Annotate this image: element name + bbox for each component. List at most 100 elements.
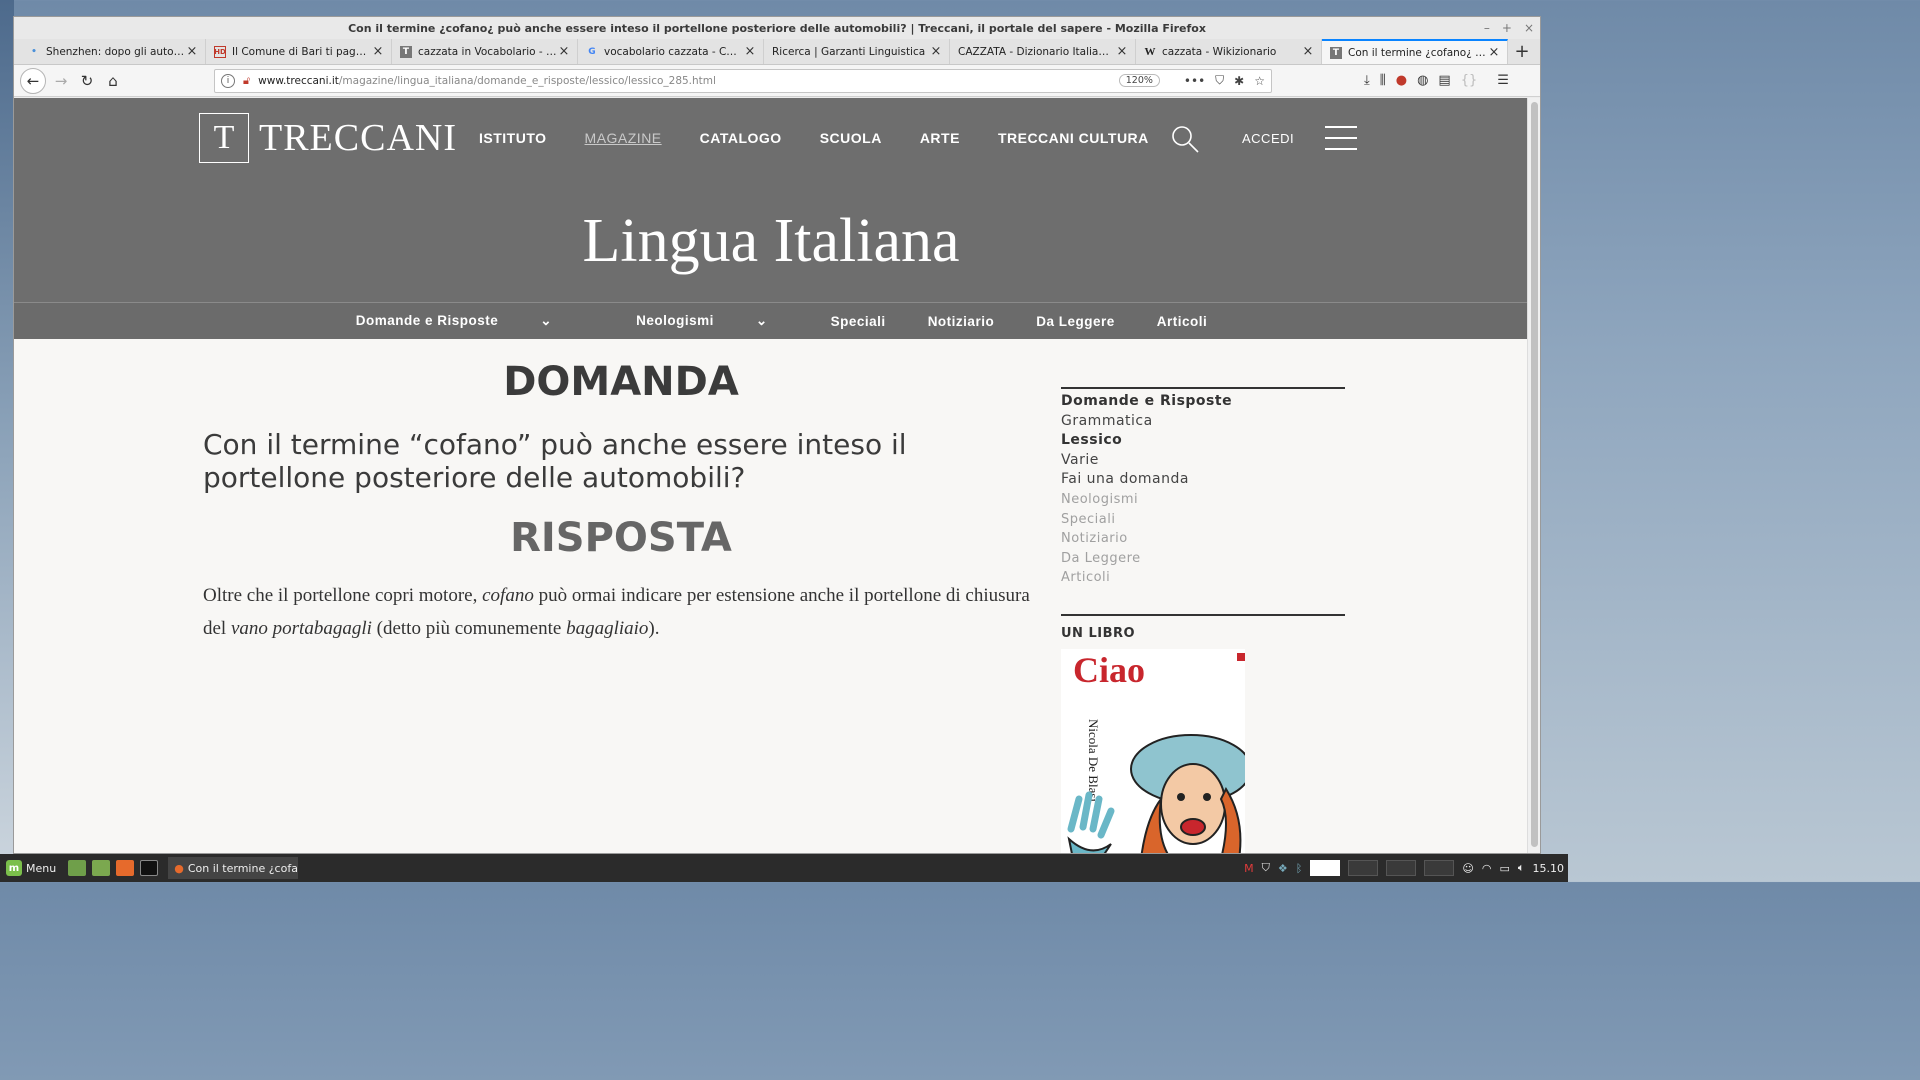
maximize-icon[interactable]: + (1502, 21, 1512, 35)
home-button[interactable]: ⌂ (100, 68, 126, 94)
subnav-neologismi[interactable]: Neologismi ⌄ (615, 313, 789, 329)
bookmark-star-icon[interactable]: ☆ (1254, 74, 1265, 88)
subnav-speciali[interactable]: Speciali (831, 314, 886, 329)
search-icon[interactable] (1170, 124, 1200, 154)
menu-icon[interactable]: ☰ (1497, 73, 1509, 88)
url-text[interactable]: www.treccani.it/magazine/lingua_italiana… (258, 75, 1119, 87)
bluetooth-icon[interactable]: ᛒ (1296, 862, 1303, 875)
page-actions-icon[interactable]: ••• (1184, 74, 1205, 88)
reload-button[interactable]: ↻ (74, 68, 100, 94)
console-launcher-icon[interactable] (140, 860, 159, 876)
close-tab-icon[interactable]: × (557, 44, 571, 59)
pocket-icon[interactable]: ⛉ (1215, 73, 1224, 88)
close-window-icon[interactable]: × (1524, 21, 1534, 35)
nav-magazine[interactable]: MAGAZINE (585, 130, 662, 146)
sidebar-item-speciali[interactable]: Speciali (1061, 510, 1345, 530)
chevron-down-icon: ⌄ (755, 313, 768, 328)
sidebar-item-domande-risposte[interactable]: Domande e Risposte (1061, 392, 1345, 412)
firefox-launcher-icon[interactable] (116, 860, 135, 876)
workspace-2[interactable] (1348, 860, 1379, 876)
tab-dizionario[interactable]: CAZZATA - Dizionario Italiano onl × (950, 39, 1136, 64)
tab-cazzata-vocabolario[interactable]: T cazzata in Vocabolario - Trec × (392, 39, 578, 64)
insecure-lock-icon[interactable]: 🔓︎ (243, 74, 250, 88)
sidebar-item-da-leggere[interactable]: Da Leggere (1061, 549, 1345, 569)
dot-icon: • (31, 46, 37, 57)
workspace-1[interactable] (1310, 860, 1341, 876)
extension-icon[interactable]: ◍ (1417, 73, 1428, 88)
tab-google-search[interactable]: G vocabolario cazzata - Cerca c × (578, 39, 764, 64)
answer-text: Oltre che il portellone copri motore, co… (203, 585, 1030, 639)
terminal-launcher-icon[interactable] (68, 860, 87, 876)
subnav-articoli[interactable]: Articoli (1157, 314, 1208, 329)
sidebar-icon[interactable]: ▤ (1438, 73, 1450, 88)
files-launcher-icon[interactable] (92, 860, 111, 876)
minimize-icon[interactable]: – (1484, 21, 1490, 35)
treccani-wordmark[interactable]: TRECCANI (259, 116, 457, 160)
workspace-3[interactable] (1386, 860, 1417, 876)
login-link[interactable]: ACCEDI (1242, 131, 1294, 146)
bug-icon[interactable]: ✱ (1234, 74, 1244, 88)
battery-icon[interactable]: ▭ (1499, 862, 1509, 875)
scrollbar-thumb[interactable] (1531, 102, 1538, 847)
shield-icon[interactable]: ⛉ (1262, 861, 1270, 875)
clock[interactable]: 15.10 (1533, 862, 1565, 875)
start-menu-button[interactable]: m Menu (0, 860, 62, 876)
info-icon[interactable]: i (221, 73, 235, 88)
download-icon[interactable]: ⤓ (1364, 73, 1370, 88)
toolbar-icons: ⤓ ⫼ ● ◍ ▤ {} ☰ (1364, 73, 1509, 88)
workspace-4[interactable] (1424, 860, 1455, 876)
close-tab-icon[interactable]: × (1115, 44, 1129, 59)
dropbox-icon[interactable]: ❖ (1278, 862, 1288, 875)
sidebar-item-neologismi[interactable]: Neologismi (1061, 490, 1345, 510)
close-tab-icon[interactable]: × (929, 44, 943, 59)
nav-catalogo[interactable]: CATALOGO (700, 130, 782, 146)
nav-treccani-cultura[interactable]: TRECCANI CULTURA (998, 130, 1149, 146)
wifi-icon[interactable]: ◠ (1482, 862, 1492, 875)
sidebar-item-varie[interactable]: Varie (1061, 451, 1345, 471)
firefox-window: Con il termine ¿cofano¿ può anche essere… (13, 16, 1541, 854)
back-button[interactable]: ← (20, 67, 46, 94)
close-tab-icon[interactable]: × (1487, 45, 1501, 60)
new-tab-button[interactable]: + (1508, 39, 1536, 64)
treccani-logo[interactable]: T (199, 113, 249, 163)
tab-comune-bari[interactable]: HD Il Comune di Bari ti paga se ti × (206, 39, 392, 64)
vertical-scrollbar[interactable] (1527, 98, 1540, 853)
mail-icon[interactable]: M (1244, 862, 1254, 875)
user-icon[interactable]: ☺ (1462, 862, 1473, 875)
adblock-icon[interactable]: ● (1396, 73, 1407, 88)
close-tab-icon[interactable]: × (371, 44, 385, 59)
sidebar-item-articoli[interactable]: Articoli (1061, 568, 1345, 588)
url-bar[interactable]: i 🔓︎ www.treccani.it/magazine/lingua_ita… (214, 68, 1272, 93)
subnav-domande-risposte[interactable]: Domande e Risposte ⌄ (335, 313, 573, 329)
volume-icon[interactable]: 🔈︎ (1518, 861, 1525, 875)
question-text: Con il termine “cofano” può anche essere… (203, 428, 907, 494)
taskbar-firefox-task[interactable]: ● Con il termine ¿cofa... (168, 857, 299, 879)
tab-label: vocabolario cazzata - Cerca c (604, 45, 743, 58)
zoom-indicator[interactable]: 120% (1118, 74, 1160, 87)
sidebar-item-notiziario[interactable]: Notiziario (1061, 529, 1345, 549)
sidebar-item-lessico[interactable]: Lessico (1061, 431, 1345, 451)
tab-shenzhen[interactable]: • Shenzhen: dopo gli autobus, c × (20, 39, 206, 64)
nav-istituto[interactable]: ISTITUTO (479, 130, 547, 146)
close-tab-icon[interactable]: × (185, 44, 199, 59)
hd-icon: HD (214, 45, 226, 58)
tab-garzanti[interactable]: Ricerca | Garzanti Linguistica × (764, 39, 950, 64)
forward-button[interactable]: → (48, 68, 74, 94)
close-tab-icon[interactable]: × (1301, 44, 1315, 59)
subnav-notiziario[interactable]: Notiziario (928, 314, 995, 329)
tab-active-cofano[interactable]: T Con il termine ¿cofano¿ può a × (1322, 39, 1508, 64)
firefox-icon: ● (174, 861, 184, 875)
book-cover[interactable]: Ciao Nicola De Blasi (1061, 648, 1245, 853)
close-tab-icon[interactable]: × (743, 44, 757, 59)
sidebar-item-grammatica[interactable]: Grammatica (1061, 412, 1345, 432)
wikipedia-icon: W (1144, 45, 1156, 58)
mint-logo-icon: m (6, 860, 22, 876)
reader-icon[interactable]: {} (1461, 73, 1478, 88)
tab-wikizionario[interactable]: W cazzata - Wikizionario × (1136, 39, 1322, 64)
library-icon[interactable]: ⫼ (1380, 73, 1386, 88)
nav-arte[interactable]: ARTE (920, 130, 960, 146)
nav-scuola[interactable]: SCUOLA (820, 130, 882, 146)
sidebar-item-fai-domanda[interactable]: Fai una domanda (1061, 470, 1345, 490)
hamburger-menu-icon[interactable] (1325, 126, 1357, 159)
subnav-da-leggere[interactable]: Da Leggere (1036, 314, 1115, 329)
